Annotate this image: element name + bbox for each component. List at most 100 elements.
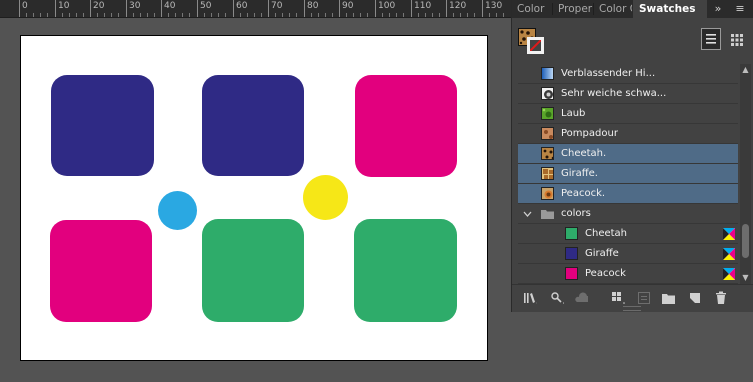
color-group-row[interactable]: colors bbox=[518, 204, 738, 224]
ruler-label: 90 bbox=[342, 1, 354, 11]
navy-square-top-left[interactable] bbox=[51, 75, 154, 176]
ruler-minor-tick bbox=[76, 13, 77, 17]
ruler-minor-tick bbox=[439, 13, 440, 17]
magenta-square-top-right[interactable] bbox=[355, 75, 457, 177]
ruler-label: 30 bbox=[129, 1, 141, 11]
gradient-pattern-icon bbox=[541, 67, 554, 80]
ruler-minor-tick bbox=[140, 13, 141, 17]
ruler-label: 40 bbox=[164, 1, 176, 11]
green-square-bottom-right[interactable] bbox=[354, 219, 457, 322]
swatch-list[interactable]: Verblassender Hi... Sehr weiche schwa...… bbox=[518, 64, 738, 284]
scroll-down-arrow-icon[interactable]: ▼ bbox=[742, 274, 749, 282]
scroll-up-arrow-icon[interactable]: ▲ bbox=[742, 66, 749, 74]
ruler-label: 130 bbox=[485, 1, 503, 11]
new-swatch-icon[interactable] bbox=[688, 291, 702, 305]
swatch-row-peacock-color[interactable]: Peacock bbox=[518, 264, 738, 284]
tab-properties[interactable]: Proper bbox=[553, 0, 593, 18]
ruler-minor-tick bbox=[467, 13, 468, 17]
swatch-name: Peacock bbox=[585, 268, 626, 279]
magenta-square-bottom-left[interactable] bbox=[50, 220, 152, 322]
trash-icon[interactable] bbox=[714, 291, 728, 305]
ruler-major-tick bbox=[55, 0, 56, 17]
swatch-name: Laub bbox=[561, 108, 586, 119]
ruler-minor-tick bbox=[418, 13, 419, 17]
folder-icon bbox=[541, 210, 554, 219]
ruler-label: 80 bbox=[307, 1, 319, 11]
cyan-circle[interactable] bbox=[158, 191, 197, 230]
panel-resize-grip[interactable] bbox=[623, 306, 641, 311]
fill-stroke-indicator[interactable] bbox=[518, 28, 550, 58]
ruler-label: 50 bbox=[200, 1, 212, 11]
tab-swatches[interactable]: Swatches bbox=[633, 0, 707, 18]
stroke-none-swatch[interactable] bbox=[527, 37, 544, 54]
ruler-major-tick bbox=[339, 0, 340, 17]
ruler-minor-tick bbox=[403, 13, 404, 17]
list-view-button[interactable] bbox=[701, 28, 721, 50]
swatch-row-cheetah[interactable]: Cheetah. bbox=[518, 144, 738, 164]
green-square-bottom-middle[interactable] bbox=[202, 219, 304, 322]
ruler-minor-tick bbox=[503, 13, 504, 17]
ruler-minor-tick bbox=[240, 13, 241, 17]
ruler-minor-tick bbox=[182, 13, 183, 17]
show-swatch-kinds-icon[interactable] bbox=[611, 291, 625, 305]
ruler-minor-tick bbox=[453, 13, 454, 17]
ruler-minor-tick bbox=[225, 13, 226, 17]
ruler-minor-tick bbox=[396, 13, 397, 17]
swatch-list-scrollbar[interactable]: ▲ ▼ bbox=[740, 64, 751, 284]
ruler-major-tick bbox=[19, 0, 20, 17]
swatch-row-pompadour[interactable]: Pompadour bbox=[518, 124, 738, 144]
artboard[interactable] bbox=[20, 35, 488, 361]
ruler-minor-tick bbox=[489, 13, 490, 17]
ruler-minor-tick bbox=[133, 13, 134, 17]
grid-view-icon bbox=[731, 34, 743, 46]
swatches-panel: Color Proper Color G Swatches » ≡ bbox=[511, 0, 753, 382]
panel-body: Color Proper Color G Swatches » ≡ bbox=[511, 0, 753, 312]
swatch-name: Cheetah. bbox=[561, 148, 607, 159]
ruler-label: 0 bbox=[22, 1, 28, 11]
ruler-major-tick bbox=[268, 0, 269, 17]
ruler-minor-tick bbox=[296, 13, 297, 17]
tab-overflow-button[interactable]: » bbox=[710, 0, 726, 18]
swatch-name: Cheetah bbox=[585, 228, 628, 239]
swatch-row-verblassender[interactable]: Verblassender Hi... bbox=[518, 64, 738, 84]
list-view-icon bbox=[706, 34, 716, 44]
new-color-group-icon[interactable] bbox=[661, 291, 675, 305]
swatch-row-laub[interactable]: Laub bbox=[518, 104, 738, 124]
ruler-major-tick bbox=[197, 0, 198, 17]
ruler-minor-tick bbox=[432, 13, 433, 17]
swatch-options-icon bbox=[638, 292, 650, 304]
ruler-minor-tick bbox=[83, 13, 84, 17]
navy-square-top-middle[interactable] bbox=[202, 75, 304, 176]
color-chip bbox=[565, 247, 578, 260]
swatch-row-giraffe-color[interactable]: Giraffe bbox=[518, 244, 738, 264]
swatch-row-giraffe[interactable]: Giraffe. bbox=[518, 164, 738, 184]
tab-color[interactable]: Color bbox=[512, 0, 552, 18]
yellow-circle[interactable] bbox=[303, 175, 348, 220]
ruler-major-tick bbox=[482, 0, 483, 17]
swatch-row-cheetah-color[interactable]: Cheetah bbox=[518, 224, 738, 244]
panel-menu-button[interactable]: ≡ bbox=[732, 0, 748, 18]
ruler-label: 20 bbox=[93, 1, 105, 11]
color-chip bbox=[565, 267, 578, 280]
ruler-minor-tick bbox=[389, 13, 390, 17]
scroll-thumb[interactable] bbox=[742, 224, 749, 258]
ruler-major-tick bbox=[375, 0, 376, 17]
tab-color-guide[interactable]: Color G bbox=[594, 0, 632, 18]
horizontal-ruler[interactable]: 0102030405060708090100110120130140 bbox=[0, 0, 511, 18]
swatch-libraries-menu-icon[interactable] bbox=[523, 291, 537, 305]
document-canvas[interactable]: 0102030405060708090100110120130140 bbox=[0, 0, 511, 382]
swatch-kinds-menu-icon[interactable] bbox=[550, 291, 564, 305]
ruler-major-tick bbox=[90, 0, 91, 17]
swatch-row-peacock[interactable]: Peacock. bbox=[518, 184, 738, 204]
ruler-minor-tick bbox=[97, 13, 98, 17]
chevron-down-icon[interactable] bbox=[523, 210, 532, 218]
ruler-minor-tick bbox=[382, 13, 383, 17]
panel-tab-bar: Color Proper Color G Swatches » ≡ bbox=[512, 0, 753, 18]
ruler-minor-tick bbox=[168, 13, 169, 17]
swatch-row-sehr-weiche[interactable]: Sehr weiche schwa... bbox=[518, 84, 738, 104]
ruler-major-tick bbox=[446, 0, 447, 17]
ruler-minor-tick bbox=[282, 13, 283, 17]
ruler-label: 100 bbox=[378, 1, 396, 11]
ruler-minor-tick bbox=[474, 13, 475, 17]
thumbnail-view-button[interactable] bbox=[727, 28, 747, 50]
